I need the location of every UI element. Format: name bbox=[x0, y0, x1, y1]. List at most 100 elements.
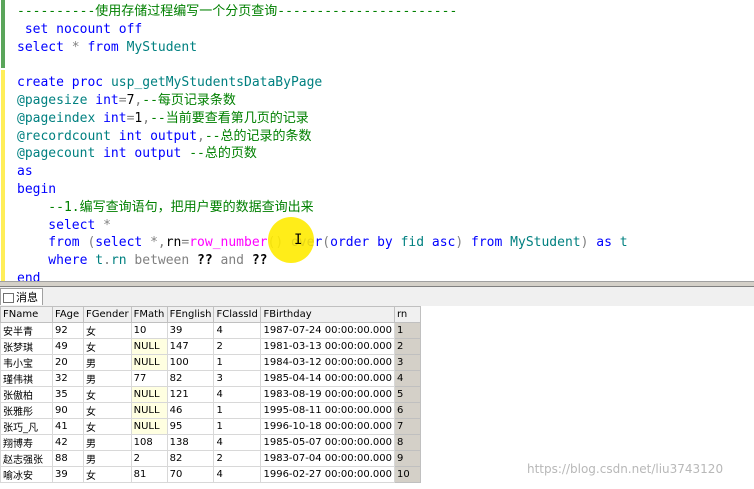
sql-editor[interactable]: ----------使用存储过程编写一个分页查询----------------… bbox=[0, 0, 754, 281]
table-cell[interactable]: 10 bbox=[130, 322, 168, 339]
table-cell[interactable]: 1 bbox=[213, 418, 262, 435]
column-header[interactable]: rn bbox=[393, 306, 421, 323]
table-cell[interactable]: 1 bbox=[213, 402, 262, 419]
table-cell[interactable]: 70 bbox=[166, 466, 215, 483]
table-cell[interactable]: 138 bbox=[166, 434, 215, 451]
column-header[interactable]: FBirthday bbox=[260, 306, 395, 323]
row-number-cell[interactable]: 9 bbox=[393, 450, 421, 467]
table-cell[interactable]: 1983-08-19 00:00:00.000 bbox=[260, 386, 395, 403]
table-row[interactable]: 张梦琪 49 女 NULL 147 2 1981-03-13 00:00:00.000 2 bbox=[0, 338, 421, 355]
table-cell[interactable]: 39 bbox=[166, 322, 215, 339]
table-cell[interactable]: 42 bbox=[52, 434, 84, 451]
table-cell[interactable]: NULL bbox=[130, 402, 168, 419]
row-number-cell[interactable]: 3 bbox=[393, 354, 421, 371]
table-cell[interactable]: 1981-03-13 00:00:00.000 bbox=[260, 338, 395, 355]
table-cell[interactable]: 女 bbox=[83, 386, 132, 403]
row-number-cell[interactable]: 10 bbox=[393, 466, 421, 483]
table-cell[interactable]: 男 bbox=[83, 450, 132, 467]
table-cell[interactable]: 女 bbox=[83, 402, 132, 419]
table-cell[interactable]: 35 bbox=[52, 386, 84, 403]
table-cell[interactable]: 4 bbox=[213, 434, 262, 451]
table-cell[interactable]: 82 bbox=[166, 370, 215, 387]
row-number-cell[interactable]: 5 bbox=[393, 386, 421, 403]
table-cell[interactable]: 4 bbox=[213, 322, 262, 339]
table-cell[interactable]: 82 bbox=[166, 450, 215, 467]
table-cell[interactable]: 4 bbox=[213, 466, 262, 483]
table-cell[interactable]: 1996-10-18 00:00:00.000 bbox=[260, 418, 395, 435]
table-cell[interactable]: 瑾伟祺 bbox=[0, 370, 53, 387]
table-cell[interactable]: 41 bbox=[52, 418, 84, 435]
table-cell[interactable]: 男 bbox=[83, 370, 132, 387]
column-header[interactable]: FEnglish bbox=[166, 306, 215, 323]
table-cell[interactable]: 1985-04-14 00:00:00.000 bbox=[260, 370, 395, 387]
table-cell[interactable]: 2 bbox=[213, 450, 262, 467]
table-row[interactable]: 喻冰安 39 女 81 70 4 1996-02-27 00:00:00.000 10 bbox=[0, 466, 421, 483]
table-cell[interactable]: 张巧_凡 bbox=[0, 418, 53, 435]
row-number-cell[interactable]: 2 bbox=[393, 338, 421, 355]
table-cell[interactable]: 1987-07-24 00:00:00.000 bbox=[260, 322, 395, 339]
table-cell[interactable]: 20 bbox=[52, 354, 84, 371]
table-cell[interactable]: NULL bbox=[130, 338, 168, 355]
column-header[interactable]: FClassId bbox=[213, 306, 262, 323]
table-cell[interactable]: 韦小宝 bbox=[0, 354, 53, 371]
table-row[interactable]: 翔博寿 42 男 108 138 4 1985-05-07 00:00:00.000 8 bbox=[0, 434, 421, 451]
table-cell[interactable]: 121 bbox=[166, 386, 215, 403]
table-cell[interactable]: 男 bbox=[83, 354, 132, 371]
row-number-cell[interactable]: 4 bbox=[393, 370, 421, 387]
table-cell[interactable]: 张雅彤 bbox=[0, 402, 53, 419]
table-cell[interactable]: 1996-02-27 00:00:00.000 bbox=[260, 466, 395, 483]
table-cell[interactable]: 4 bbox=[213, 386, 262, 403]
table-cell[interactable]: 女 bbox=[83, 466, 132, 483]
column-header[interactable]: FGender bbox=[83, 306, 132, 323]
table-cell[interactable]: 108 bbox=[130, 434, 168, 451]
table-cell[interactable]: 女 bbox=[83, 418, 132, 435]
table-cell[interactable]: 安半青 bbox=[0, 322, 53, 339]
table-cell[interactable]: 男 bbox=[83, 434, 132, 451]
table-cell[interactable]: 1995-08-11 00:00:00.000 bbox=[260, 402, 395, 419]
table-cell[interactable]: 3 bbox=[213, 370, 262, 387]
table-cell[interactable]: 喻冰安 bbox=[0, 466, 53, 483]
table-row[interactable]: 张雅彤 90 女 NULL 46 1 1995-08-11 00:00:00.000 6 bbox=[0, 402, 421, 419]
table-cell[interactable]: 32 bbox=[52, 370, 84, 387]
row-number-cell[interactable]: 7 bbox=[393, 418, 421, 435]
table-cell[interactable]: 95 bbox=[166, 418, 215, 435]
table-cell[interactable]: 46 bbox=[166, 402, 215, 419]
table-cell[interactable]: 翔博寿 bbox=[0, 434, 53, 451]
table-row[interactable]: 张巧_凡 41 女 NULL 95 1 1996-10-18 00:00:00.000 7 bbox=[0, 418, 421, 435]
table-row[interactable]: 张傲柏 35 女 NULL 121 4 1983-08-19 00:00:00.000 5 bbox=[0, 386, 421, 403]
table-cell[interactable]: 147 bbox=[166, 338, 215, 355]
table-cell[interactable]: NULL bbox=[130, 386, 168, 403]
table-cell[interactable]: 92 bbox=[52, 322, 84, 339]
table-cell[interactable]: 88 bbox=[52, 450, 84, 467]
table-cell[interactable]: 77 bbox=[130, 370, 168, 387]
row-number-cell[interactable]: 1 bbox=[393, 322, 421, 339]
table-cell[interactable]: 女 bbox=[83, 338, 132, 355]
tab-messages[interactable]: 消息 bbox=[0, 288, 43, 305]
table-cell[interactable]: 1983-07-04 00:00:00.000 bbox=[260, 450, 395, 467]
table-cell[interactable]: 90 bbox=[52, 402, 84, 419]
table-cell[interactable]: NULL bbox=[130, 418, 168, 435]
table-cell[interactable]: 张傲柏 bbox=[0, 386, 53, 403]
column-header[interactable]: FName bbox=[0, 306, 53, 323]
table-cell[interactable]: 张梦琪 bbox=[0, 338, 53, 355]
table-cell[interactable]: NULL bbox=[130, 354, 168, 371]
table-cell[interactable]: 49 bbox=[52, 338, 84, 355]
table-cell[interactable]: 赵志强张 bbox=[0, 450, 53, 467]
table-cell[interactable]: 81 bbox=[130, 466, 168, 483]
table-row[interactable]: 安半青 92 女 10 39 4 1987-07-24 00:00:00.000 1 bbox=[0, 322, 421, 339]
table-cell[interactable]: 1 bbox=[213, 354, 262, 371]
row-number-cell[interactable]: 6 bbox=[393, 402, 421, 419]
column-header[interactable]: FMath bbox=[130, 306, 168, 323]
table-cell[interactable]: 2 bbox=[130, 450, 168, 467]
table-cell[interactable]: 100 bbox=[166, 354, 215, 371]
table-cell[interactable]: 1984-03-12 00:00:00.000 bbox=[260, 354, 395, 371]
table-row[interactable]: 韦小宝 20 男 NULL 100 1 1984-03-12 00:00:00.000 3 bbox=[0, 354, 421, 371]
column-header[interactable]: FAge bbox=[52, 306, 84, 323]
table-cell[interactable]: 2 bbox=[213, 338, 262, 355]
table-row[interactable]: 赵志强张 88 男 2 82 2 1983-07-04 00:00:00.000 9 bbox=[0, 450, 421, 467]
table-cell[interactable]: 女 bbox=[83, 322, 132, 339]
table-row[interactable]: 瑾伟祺 32 男 77 82 3 1985-04-14 00:00:00.000 4 bbox=[0, 370, 421, 387]
table-cell[interactable]: 1985-05-07 00:00:00.000 bbox=[260, 434, 395, 451]
table-cell[interactable]: 39 bbox=[52, 466, 84, 483]
row-number-cell[interactable]: 8 bbox=[393, 434, 421, 451]
